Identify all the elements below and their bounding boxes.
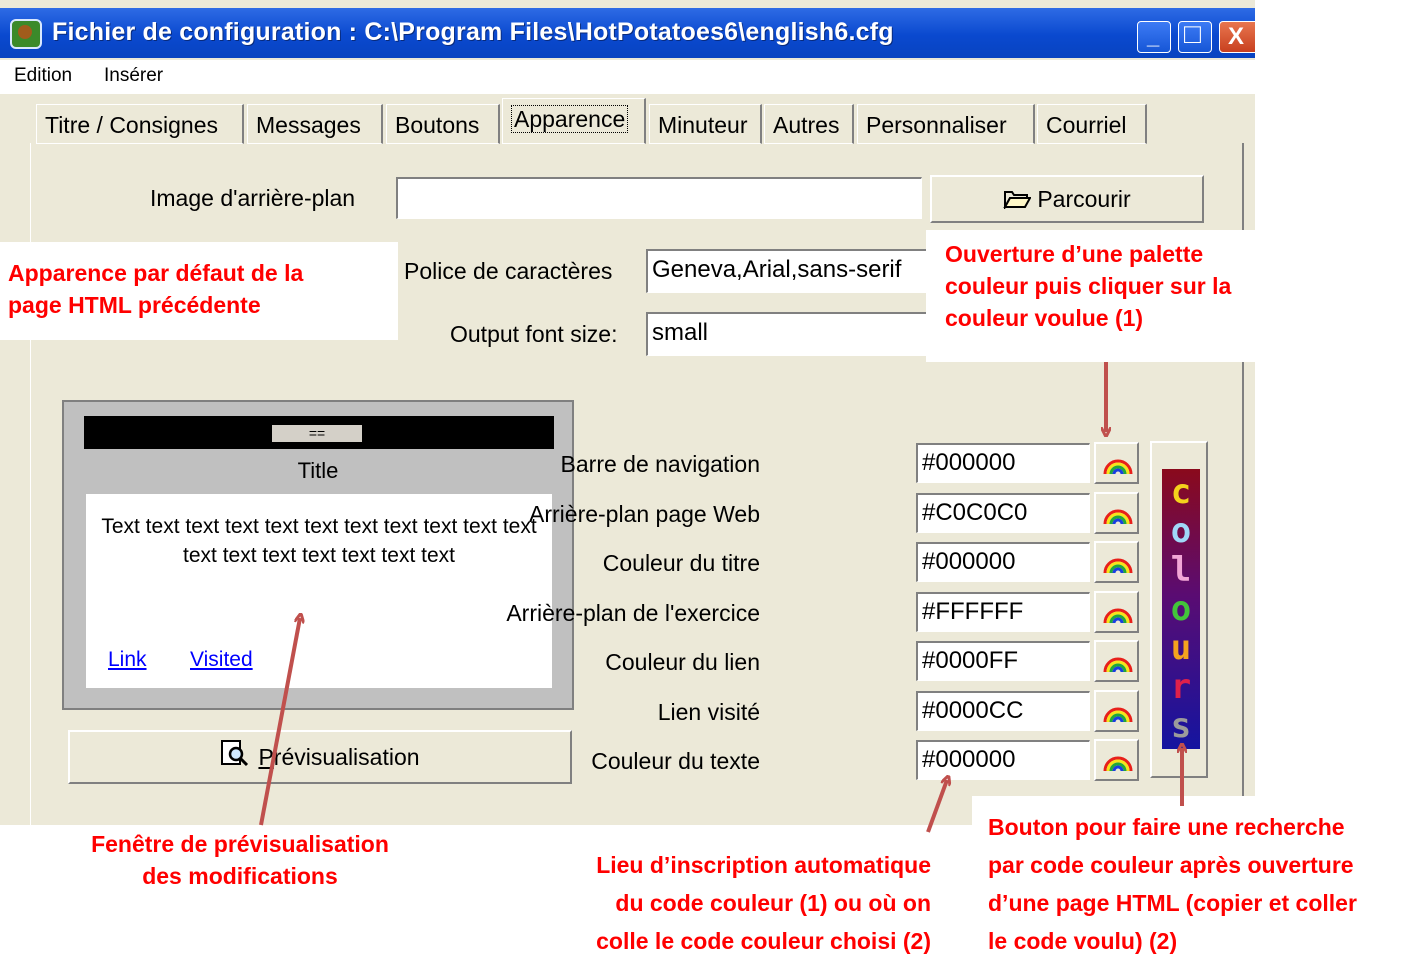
annotation-arrows xyxy=(259,362,1402,833)
arrow-color-code xyxy=(926,780,947,833)
arrow-preview xyxy=(259,618,300,826)
